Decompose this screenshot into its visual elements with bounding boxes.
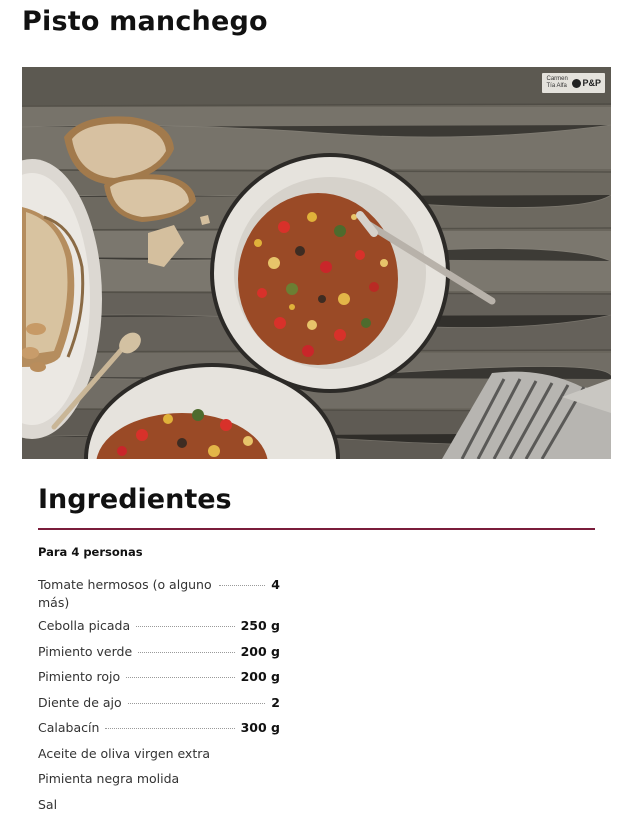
watermark-badge: P&P — [572, 77, 601, 88]
ingredient-item-pimiento-rojo: Pimiento rojo 200 g — [38, 668, 280, 686]
ingredient-name: Diente de ajo — [38, 694, 122, 710]
ingredient-name: Pimiento verde — [38, 643, 133, 659]
ingredient-name: Sal — [38, 796, 58, 812]
ingredient-item-tomate: Tomate hermosos (o alguno más) 4 — [38, 576, 280, 611]
ingredient-quantity: 4 — [271, 577, 280, 592]
ingredient-item-aceite: Aceite de oliva virgen extra — [38, 745, 280, 763]
ingredient-item-cebolla: Cebolla picada 250 g — [38, 617, 280, 635]
dotted-leader — [219, 585, 266, 586]
ingredient-list: Tomate hermosos (o alguno más) 4 Cebolla… — [38, 576, 280, 821]
dotted-leader — [105, 728, 235, 729]
ingredient-name: Calabacín — [38, 720, 100, 735]
section-divider — [38, 528, 595, 530]
ingredient-name: Cebolla picada — [38, 618, 131, 633]
ingredient-name: Tomate hermosos (o alguno más) — [38, 577, 212, 610]
dotted-leader — [138, 651, 235, 653]
ingredient-item-pimiento-verde: Pimiento verde 200 g — [38, 643, 280, 661]
pisto-photo-illustration — [22, 67, 611, 459]
ingredient-quantity: 2 — [271, 694, 280, 710]
ingredient-quantity: 250 g — [240, 618, 280, 633]
ingredient-quantity: 300 g — [240, 720, 280, 735]
ingredient-item-sal: Sal — [38, 796, 280, 814]
ingredient-name: Pimiento rojo — [38, 669, 121, 684]
ingredient-name: Aceite de oliva virgen extra — [38, 745, 211, 761]
ingredient-item-calabacin: Calabacín 300 g — [38, 719, 280, 737]
ingredient-item-ajo: Diente de ajo 2 — [38, 694, 280, 712]
watermark-badge-label: P&P — [582, 77, 601, 88]
servings-label: Para 4 personas — [38, 545, 143, 559]
ingredients-heading: Ingredientes — [38, 484, 232, 515]
badge-circle-icon — [572, 78, 582, 88]
ingredient-quantity: 200 g — [240, 643, 280, 659]
watermark-text: Carmen Tía Alfa — [546, 76, 568, 89]
photo-watermark: Carmen Tía Alfa P&P — [542, 73, 605, 93]
dotted-leader — [126, 677, 235, 678]
ingredient-name: Pimienta negra molida — [38, 771, 180, 786]
recipe-photo: Carmen Tía Alfa P&P — [22, 67, 611, 459]
dotted-leader — [136, 626, 235, 627]
recipe-title: Pisto manchego — [22, 6, 268, 37]
ingredient-item-pimienta: Pimienta negra molida — [38, 770, 280, 788]
ingredient-quantity: 200 g — [240, 669, 280, 684]
dotted-leader — [127, 702, 266, 704]
